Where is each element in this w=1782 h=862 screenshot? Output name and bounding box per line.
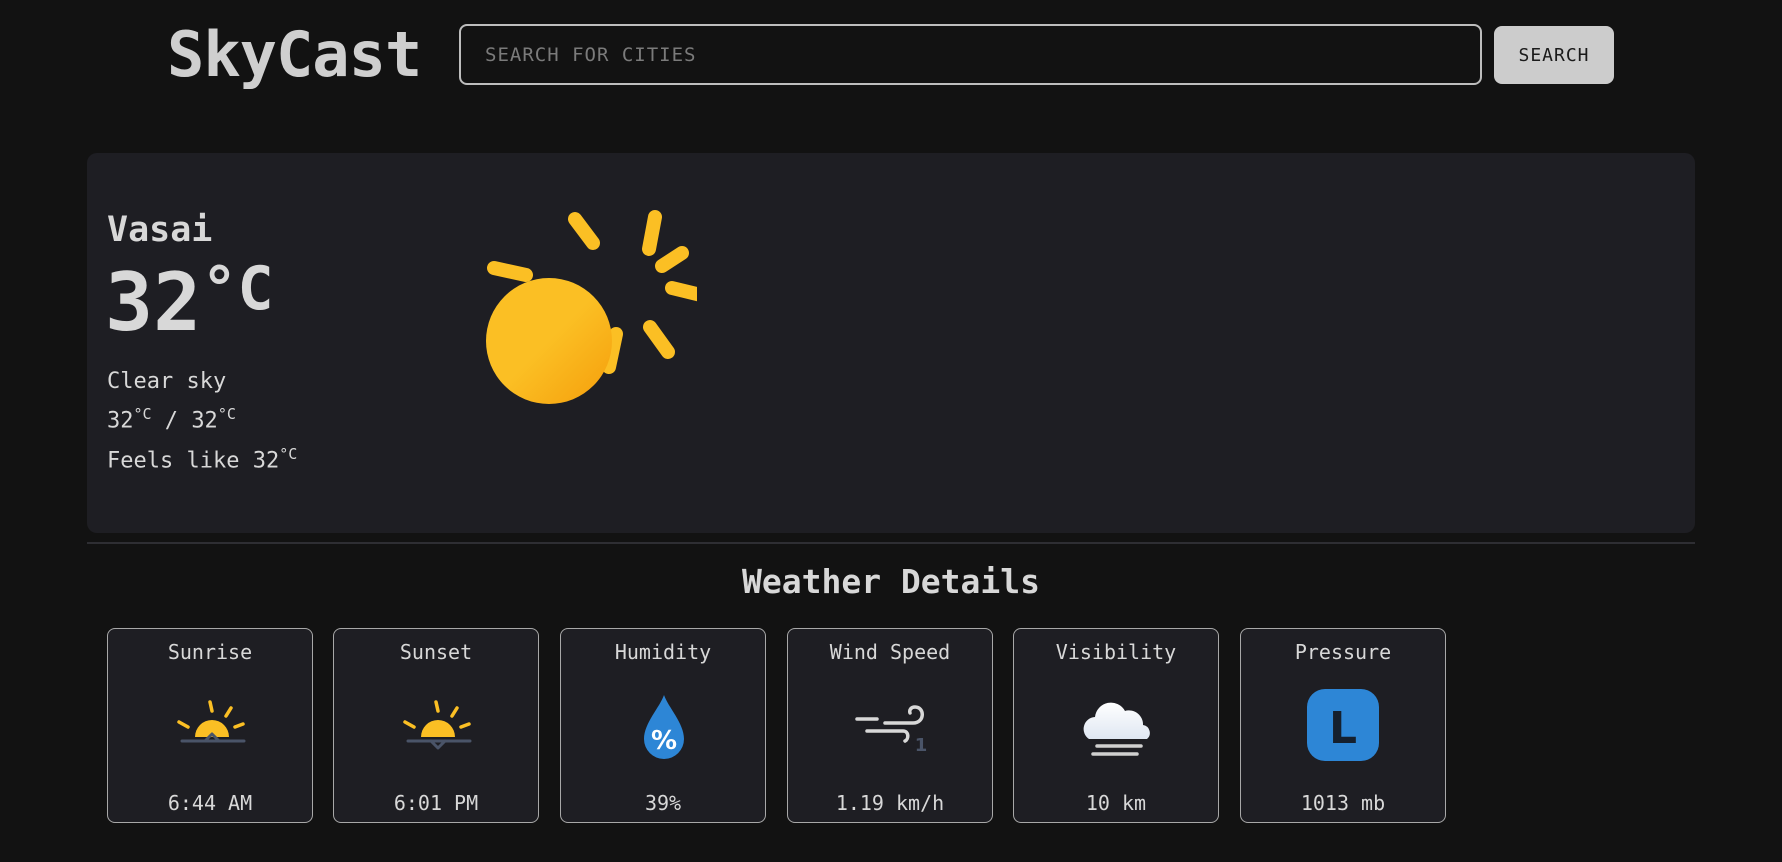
detail-card-visibility: Visibility 10 km xyxy=(1013,628,1219,823)
fog-cloud-icon xyxy=(1083,702,1150,756)
sunset-icon xyxy=(403,700,472,750)
min-max-temperature: 32°C / 32°C xyxy=(107,405,236,434)
temperature-unit: °C xyxy=(201,254,274,324)
detail-label: Pressure xyxy=(1294,640,1392,664)
detail-card-humidity: Humidity % 39% xyxy=(560,628,766,823)
app-logo: SkyCast xyxy=(167,18,422,91)
feels-like: Feels like 32°C xyxy=(107,445,298,474)
detail-label: Sunset xyxy=(399,640,473,664)
wind-icon: 1 xyxy=(855,705,928,756)
detail-label: Visibility xyxy=(1055,640,1177,664)
current-weather-card: Vasai 32°C Clear sky 32°C / 32°C Feels l… xyxy=(87,153,1695,533)
city-name: Vasai xyxy=(107,210,213,250)
humidity-drop-icon: % xyxy=(644,695,684,759)
sunrise-icon xyxy=(177,700,246,743)
detail-card-sunrise: Sunrise 6:44 AM xyxy=(107,628,313,823)
detail-value: 1.19 km/h xyxy=(835,791,945,815)
detail-value: 6:01 PM xyxy=(393,791,479,815)
pressure-low-icon: L xyxy=(1307,689,1379,761)
detail-value: 10 km xyxy=(1085,791,1147,815)
detail-card-pressure: Pressure L 1013 mb xyxy=(1240,628,1446,823)
svg-text:1: 1 xyxy=(915,735,928,756)
search-button[interactable]: SEARCH xyxy=(1494,26,1614,84)
svg-text:%: % xyxy=(651,726,677,756)
pressure-badge-letter: L xyxy=(1329,703,1357,754)
weather-condition: Clear sky xyxy=(107,369,227,394)
header: SkyCast SEARCH xyxy=(0,0,1782,110)
detail-card-wind-speed: Wind Speed 1 1.19 km/h xyxy=(787,628,993,823)
detail-value: 6:44 AM xyxy=(167,791,253,815)
current-temperature: 32°C xyxy=(105,254,274,349)
detail-label: Wind Speed xyxy=(829,640,951,664)
search-input[interactable] xyxy=(459,24,1482,85)
detail-value: 1013 mb xyxy=(1300,791,1386,815)
detail-label: Sunrise xyxy=(167,640,253,664)
detail-label: Humidity xyxy=(614,640,712,664)
detail-card-sunset: Sunset 6:01 PM xyxy=(333,628,539,823)
detail-value: 39% xyxy=(644,791,682,815)
divider xyxy=(87,542,1695,544)
sun-body-icon xyxy=(486,278,612,404)
weather-details-title: Weather Details xyxy=(741,562,1040,601)
